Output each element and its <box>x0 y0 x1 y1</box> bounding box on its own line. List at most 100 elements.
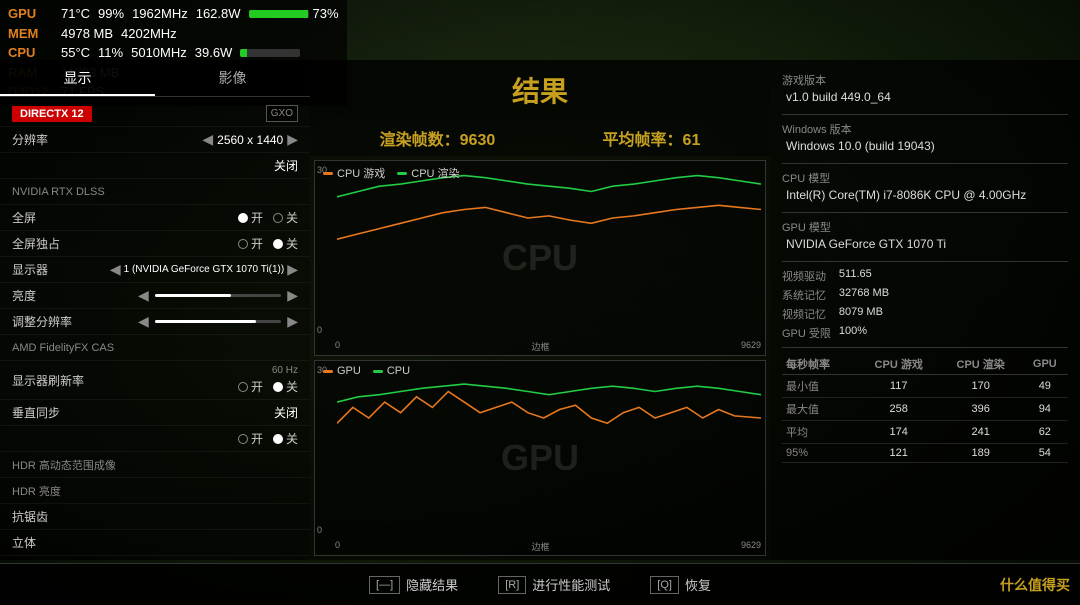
exclusive-radio: 开 关 <box>238 235 298 252</box>
col-cpu-game: CPU 游戏 <box>858 354 940 375</box>
windows-section: Windows 版本 Windows 10.0 (build 19043) <box>782 121 1068 153</box>
hdr-off-circle <box>273 434 283 444</box>
legend-cpu-render: CPU 渲染 <box>397 165 459 181</box>
table-row: 最小值 117 170 49 <box>782 375 1068 398</box>
refresh-on[interactable]: 开 <box>238 378 263 395</box>
refresh-off[interactable]: 关 <box>273 378 298 395</box>
hud-cpu-bar-fill <box>240 49 247 57</box>
driver-label: 视频驱动 <box>782 268 831 284</box>
windows-value: Windows 10.0 (build 19043) <box>782 139 1068 153</box>
adj-res-label: 调整分辨率 <box>12 313 138 330</box>
chart2-x-mid: 边框 <box>531 540 549 553</box>
chart1-x-mid: 边框 <box>531 340 549 353</box>
gpu-limit-label: GPU 受限 <box>782 325 831 341</box>
res-left-arrow[interactable]: ◀ <box>202 131 213 148</box>
vid-mem-value: 8079 MB <box>839 306 1068 322</box>
chart2-xaxis: 0 边框 9629 <box>335 540 761 553</box>
result-header: 结果 <box>310 60 770 120</box>
row-label: 最小值 <box>782 375 858 398</box>
row-label: 最大值 <box>782 398 858 421</box>
chart1-y-min: 0 <box>317 325 327 335</box>
hdr-on[interactable]: 开 <box>238 430 263 447</box>
chart2-x-start: 0 <box>335 540 340 553</box>
col-gpu: GPU <box>1022 354 1068 375</box>
hdr-radio: 开 关 <box>238 430 298 447</box>
chart-gpu-legend: GPU CPU <box>323 365 410 377</box>
exclusive-off[interactable]: 关 <box>273 235 298 252</box>
run-test-btn[interactable]: [R] 进行性能测试 <box>498 575 610 594</box>
monitor-left[interactable]: ◀ <box>110 261 121 278</box>
setting-monitor: 显示器 ◀ 1 (NVIDIA GeForce GTX 1070 Ti(1)) … <box>0 257 310 283</box>
stereo-label: 立体 <box>12 534 298 551</box>
tab-image[interactable]: 影像 <box>155 60 310 96</box>
restore-label: 恢复 <box>685 575 711 594</box>
chart1-x-end: 9629 <box>741 340 761 353</box>
setting-3d-dist: 3D 立体画面－间距 <box>0 556 310 560</box>
chart-cpu-legend: CPU 游戏 CPU 渲染 <box>323 165 460 181</box>
hud-cpu-bar <box>240 49 300 57</box>
setting-adj-res: 调整分辨率 ◀ ▶ <box>0 309 310 335</box>
sys-mem-value: 32768 MB <box>839 287 1068 303</box>
setting-hdr-label: HDR 高动态范围成像 <box>0 452 310 478</box>
divider-5 <box>782 347 1068 348</box>
vid-mem-label: 视频记忆 <box>782 306 831 322</box>
driver-value: 511.65 <box>839 268 1068 284</box>
brightness-track[interactable] <box>155 294 281 297</box>
tab-display[interactable]: 显示 <box>0 60 155 96</box>
res-close-label: 关闭 <box>274 157 298 174</box>
exclusive-label: 全屏独占 <box>12 235 238 252</box>
cpu-render-dot <box>397 172 407 175</box>
rendered-frames-display: 渲染帧数：9630 <box>380 132 496 149</box>
legend-gpu: GPU <box>323 365 361 377</box>
game-version-value: v1.0 build 449.0_64 <box>782 90 1068 104</box>
col-cpu-render: CPU 渲染 <box>940 354 1022 375</box>
fullscreen-off[interactable]: 关 <box>273 209 298 226</box>
hud-cpu-bar-wrap <box>240 49 300 57</box>
hud-gpu-bar <box>249 10 309 18</box>
hide-results-btn[interactable]: [—] 隐藏结果 <box>369 575 458 594</box>
brightness-fill <box>155 294 231 297</box>
setting-directx: DIRECTX 12 GXO <box>0 101 310 127</box>
exclusive-off-circle <box>273 239 283 249</box>
fps-table: 每秒帧率 CPU 游戏 CPU 渲染 GPU 最小值 117 170 49 最大… <box>782 354 1068 463</box>
exclusive-on-circle <box>238 239 248 249</box>
row-cpu-render: 241 <box>940 421 1022 444</box>
setting-dlss: NVIDIA RTX DLSS <box>0 179 310 205</box>
cpu-model-value: Intel(R) Core(TM) i7-8086K CPU @ 4.00GHz <box>782 188 1068 202</box>
hdr-off[interactable]: 关 <box>273 430 298 447</box>
bright-right[interactable]: ▶ <box>287 287 298 304</box>
windows-label: Windows 版本 <box>782 121 1068 137</box>
setting-resolution: 分辨率 ◀ 2560 x 1440 ▶ <box>0 127 310 153</box>
watermark: 什么值得买 <box>1000 575 1070 595</box>
res-right-arrow[interactable]: ▶ <box>287 131 298 148</box>
settings-tab-bar: 显示 影像 <box>0 60 310 97</box>
hud-mem-row: MEM 4978 MB 4202MHz <box>8 24 339 44</box>
gxo-badge: GXO <box>266 105 298 122</box>
restore-btn[interactable]: [Q] 恢复 <box>650 575 711 594</box>
hide-label: 隐藏结果 <box>406 575 458 594</box>
test-key: [R] <box>498 576 526 594</box>
avg-fps-display: 平均帧率：61 <box>603 132 701 149</box>
result-stats-bar: 渲染帧数：9630 平均帧率：61 <box>310 120 770 156</box>
monitor-right[interactable]: ▶ <box>287 261 298 278</box>
dlss-label: NVIDIA RTX DLSS <box>12 186 298 198</box>
divider-3 <box>782 212 1068 213</box>
hud-mem-label: MEM <box>8 24 53 44</box>
fullscreen-on[interactable]: 开 <box>238 209 263 226</box>
setting-vsync: 垂直同步 关闭 <box>0 400 310 426</box>
legend-cpu2: CPU <box>373 365 410 377</box>
divider-4 <box>782 261 1068 262</box>
bright-left[interactable]: ◀ <box>138 287 149 304</box>
chart-cpu: CPU 游戏 CPU 渲染 CPU 30 0 0 边框 <box>314 160 766 356</box>
hud-gpu-power: 162.8W <box>196 4 241 24</box>
resolution-value: 2560 x 1440 <box>217 133 283 147</box>
row-gpu: 54 <box>1022 444 1068 463</box>
hdr-bright-label: HDR 亮度 <box>12 483 298 499</box>
adjres-left[interactable]: ◀ <box>138 313 149 330</box>
chart2-y-min: 0 <box>317 525 327 535</box>
adjres-track[interactable] <box>155 320 281 323</box>
test-label: 进行性能测试 <box>532 575 610 594</box>
exclusive-on[interactable]: 开 <box>238 235 263 252</box>
gpu-dot <box>323 370 333 373</box>
adjres-right[interactable]: ▶ <box>287 313 298 330</box>
